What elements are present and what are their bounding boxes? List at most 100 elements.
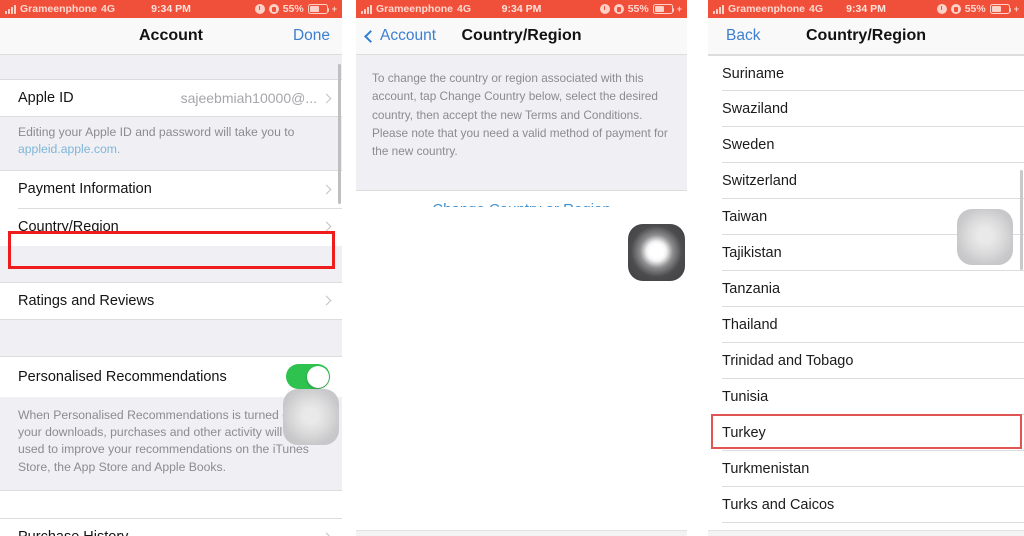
list-item-label: Tunisia [722,389,769,405]
appleid-link[interactable]: appleid.apple.com. [18,142,120,156]
plus-icon: + [331,4,337,14]
row-apple-id[interactable]: Apple ID sajeebmiah10000@... [0,79,342,117]
alarm-icon [254,4,265,14]
row-label-personalised-recommendations: Personalised Recommendations [18,368,227,385]
list-item-label: Turks and Caicos [722,497,835,513]
status-bar: Grameenphone 4G 9:34 PM 55% + [708,0,1024,18]
chevron-right-icon [321,184,332,195]
vertical-scrollbar[interactable] [1020,170,1023,270]
chevron-right-icon [321,93,332,103]
account-table: Apple ID sajeebmiah10000@... Editing you… [0,55,342,536]
bottom-edge-sliver [708,530,1024,536]
back-button-label: Account [380,27,437,44]
alarm-icon [599,4,610,14]
list-item[interactable]: Swaziland [708,91,1024,127]
apple-id-footnote: Editing your Apple ID and password will … [0,117,342,170]
list-item[interactable]: Switzerland [708,163,1024,199]
status-bar-right: 55% + [936,3,1019,15]
list-item[interactable]: Turkmenistan [708,451,1024,487]
status-bar-left: Grameenphone 4G [5,3,115,15]
assistive-touch-icon[interactable] [957,209,1013,265]
back-button[interactable]: Account [364,27,437,45]
status-bar-right: 55% + [254,3,337,15]
list-item[interactable]: Sweden [708,127,1024,163]
done-button[interactable]: Done [293,27,330,45]
row-label-apple-id: Apple ID [18,90,74,106]
status-bar-left: Grameenphone 4G [361,3,471,15]
chevron-right-icon [321,532,332,536]
list-item-label: Thailand [722,317,778,333]
panel-country-region-info: Grameenphone 4G 9:34 PM 55% + Account Co… [356,0,687,536]
apple-id-footnote-text: Editing your Apple ID and password will … [18,125,295,139]
list-item[interactable]: Turkey [708,415,1024,451]
status-bar-right: 55% + [599,3,682,15]
list-item-label: Tanzania [722,281,781,297]
list-item-label: Switzerland [722,173,797,189]
navigation-bar-country-region: Account Country/Region [356,18,687,55]
list-item-label: Taiwan [722,209,768,225]
list-item-label: Sweden [722,137,775,153]
vertical-scrollbar[interactable] [338,64,341,204]
personalised-recommendations-toggle[interactable] [286,364,330,390]
row-purchase-history[interactable]: Purchase History [0,517,342,536]
plus-icon: + [1013,4,1019,14]
battery-icon [652,4,675,14]
section-gap [0,245,342,282]
panel-account-settings: Grameenphone 4G 9:34 PM 55% + Account Do… [0,0,342,536]
list-item[interactable]: Suriname [708,55,1024,91]
signal-bars-icon [713,4,724,14]
rotation-lock-icon [950,4,961,14]
list-item[interactable]: Thailand [708,307,1024,343]
section-gap [356,176,687,191]
rotation-lock-icon [268,4,279,14]
signal-bars-icon [361,4,372,14]
status-bar: Grameenphone 4G 9:34 PM 55% + [356,0,687,18]
bottom-edge-sliver [356,530,687,536]
battery-icon [307,4,330,14]
list-item-label: Tajikistan [722,245,782,261]
carrier-label: Grameenphone [728,3,806,15]
network-label: 4G [809,3,824,15]
chevron-right-icon [321,221,332,232]
row-country-region[interactable]: Country/Region [0,207,342,246]
battery-icon [989,4,1012,14]
list-item-label: Turkmenistan [722,461,810,477]
status-bar: Grameenphone 4G 9:34 PM 55% + [0,0,342,18]
row-label-ratings-and-reviews: Ratings and Reviews [18,292,155,309]
carrier-label: Grameenphone [376,3,454,15]
section-gap [0,55,342,79]
assistive-touch-icon[interactable] [283,389,339,445]
list-item-label: Turkey [722,425,766,441]
row-ratings-and-reviews[interactable]: Ratings and Reviews [0,281,342,320]
row-label-payment-information: Payment Information [18,181,152,198]
apple-id-value: sajeebmiah10000@... [180,90,317,106]
row-payment-information[interactable]: Payment Information [0,169,342,208]
section-gap [0,319,342,356]
chevron-left-icon [364,29,377,43]
page-title: Account [139,27,203,44]
network-label: 4G [457,3,472,15]
signal-bars-icon [5,4,16,14]
list-item[interactable]: Trinidad and Tobago [708,343,1024,379]
back-button[interactable]: Back [726,27,760,45]
country-change-instructions: To change the country or region associat… [356,55,687,177]
section-gap [0,489,342,518]
assistive-touch-icon[interactable] [628,224,685,281]
alarm-icon [936,4,947,14]
navigation-bar-account: Account Done [0,18,342,55]
list-item-label: Swaziland [722,101,789,117]
battery-percent-label: 55% [964,3,986,15]
row-label-purchase-history: Purchase History [18,529,128,536]
list-item[interactable]: Turks and Caicos [708,487,1024,523]
screenshot-stage: Grameenphone 4G 9:34 PM 55% + Account Do… [0,0,1024,536]
carrier-label: Grameenphone [20,3,98,15]
list-item[interactable]: Tanzania [708,271,1024,307]
panel-country-list: Grameenphone 4G 9:34 PM 55% + Back Count… [708,0,1024,536]
row-label-country-region: Country/Region [18,218,119,235]
navigation-bar-country-list: Back Country/Region [708,18,1024,55]
status-bar-left: Grameenphone 4G [713,3,823,15]
list-item-label: Trinidad and Tobago [722,353,854,369]
list-item[interactable]: Tunisia [708,379,1024,415]
list-item-label: Suriname [722,65,785,82]
network-label: 4G [101,3,116,15]
